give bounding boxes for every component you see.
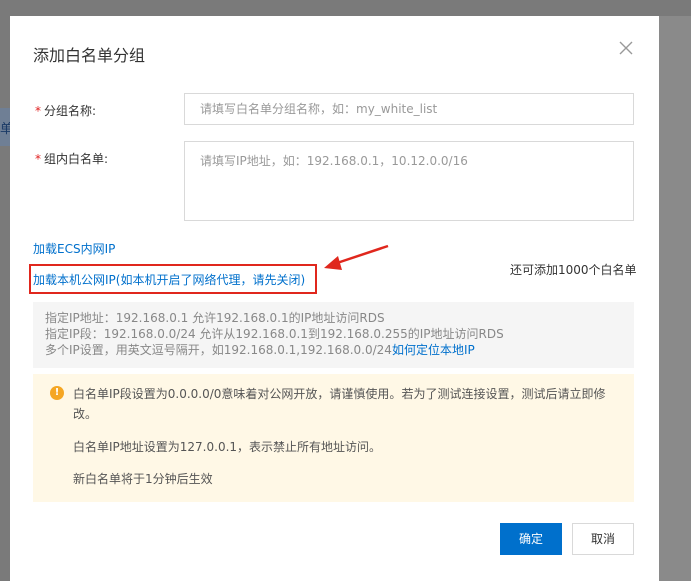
group-name-label: * 分组名称: — [35, 102, 96, 119]
warning-text-2: 白名单IP地址设置为127.0.0.1，表示禁止所有地址访问。 — [73, 440, 382, 454]
close-icon[interactable] — [614, 36, 638, 60]
locate-local-ip-link[interactable]: 如何定位本地IP — [392, 343, 475, 357]
group-name-placeholder: 请填写白名单分组名称，如：my_white_list — [200, 102, 438, 116]
add-whitelist-group-dialog: 添加白名单分组 * 分组名称: 请填写白名单分组名称，如：my_white_lis… — [10, 16, 659, 581]
confirm-button[interactable]: 确定 — [500, 523, 562, 555]
whitelist-label: * 组内白名单: — [35, 150, 108, 167]
hint-line-3: 多个IP设置，用英文逗号隔开，如192.168.0.1,192.168.0.0/… — [45, 342, 622, 358]
warning-text-1: 白名单IP段设置为0.0.0.0/0意味着对公网开放，请谨慎使用。若为了测试连接… — [73, 387, 606, 421]
whitelist-textarea[interactable]: 请填写IP地址，如：192.168.0.1，10.12.0.0/16 — [184, 141, 634, 221]
hint-line-3-text: 多个IP设置，用英文逗号隔开，如192.168.0.1,192.168.0.0/… — [45, 343, 392, 357]
load-local-public-ip-link[interactable]: 加载本机公网IP(如本机开启了网络代理，请先关闭) — [33, 271, 305, 288]
load-ecs-ip-link[interactable]: 加载ECS内网IP — [33, 240, 115, 257]
background-right-area — [659, 16, 691, 581]
required-mark: * — [35, 104, 41, 118]
group-name-input[interactable]: 请填写白名单分组名称，如：my_white_list — [184, 93, 634, 125]
dialog-title: 添加白名单分组 — [33, 46, 146, 65]
warning-text-3: 新白名单将于1分钟后生效 — [73, 472, 213, 486]
whitelist-label-text: 组内白名单: — [44, 152, 109, 166]
remaining-quota-text: 还可添加1000个白名单 — [510, 263, 637, 277]
whitelist-placeholder: 请填写IP地址，如：192.168.0.1，10.12.0.0/16 — [200, 154, 468, 168]
warning-notice: ! 白名单IP段设置为0.0.0.0/0意味着对公网开放，请谨慎使用。若为了测试… — [33, 374, 634, 502]
cancel-button[interactable]: 取消 — [572, 523, 634, 555]
ip-format-hint: 指定IP地址：192.168.0.1 允许192.168.0.1的IP地址访问R… — [33, 302, 634, 368]
required-mark: * — [35, 152, 41, 166]
hint-line-1: 指定IP地址：192.168.0.1 允许192.168.0.1的IP地址访问R… — [45, 311, 385, 325]
hint-line-2: 指定IP段：192.168.0.0/24 允许从192.168.0.1到192.… — [45, 327, 504, 341]
annotation-arrow — [324, 244, 389, 270]
warning-icon: ! — [50, 386, 64, 400]
group-name-label-text: 分组名称: — [44, 104, 97, 118]
